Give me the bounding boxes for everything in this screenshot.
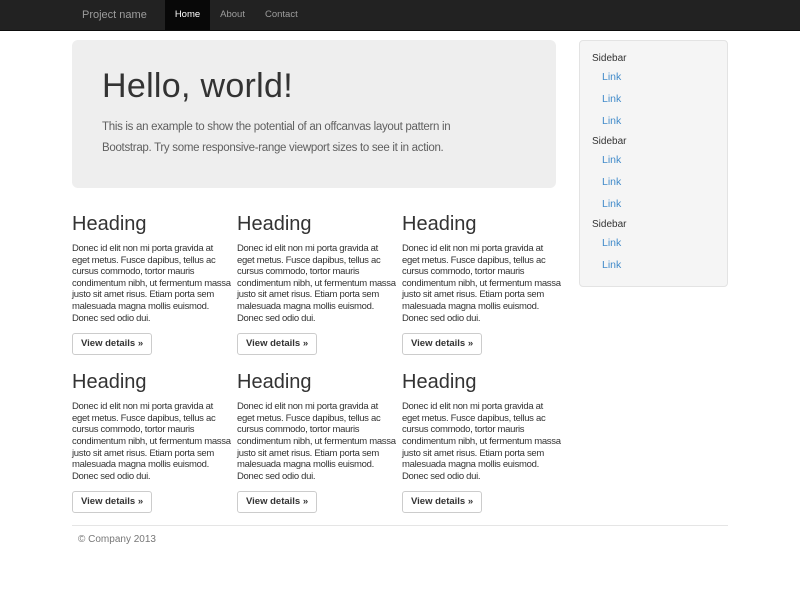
sidebar-link[interactable]: Link: [580, 193, 727, 215]
navbar-brand[interactable]: Project name: [72, 0, 157, 30]
view-details-button[interactable]: View details »: [402, 333, 482, 355]
card-heading: Heading: [72, 371, 231, 393]
sidebar-group-label: Sidebar: [580, 215, 727, 232]
card-heading: Heading: [402, 371, 561, 393]
main-content: Hello, world! This is an example to show…: [72, 40, 567, 513]
card-heading: Heading: [237, 371, 396, 393]
navbar: Project name Home About Contact: [0, 0, 800, 31]
nav-item-contact[interactable]: Contact: [255, 0, 308, 30]
card-body-text: Donec id elit non mi porta gravida at eg…: [72, 243, 231, 324]
content-card: Heading Donec id elit non mi porta gravi…: [402, 213, 561, 355]
view-details-button[interactable]: View details »: [72, 491, 152, 513]
card-body-text: Donec id elit non mi porta gravida at eg…: [72, 401, 231, 482]
view-details-button[interactable]: View details »: [237, 491, 317, 513]
view-details-button[interactable]: View details »: [72, 333, 152, 355]
card-heading: Heading: [237, 213, 396, 235]
footer-divider: [72, 525, 728, 526]
sidebar-link[interactable]: Link: [580, 232, 727, 254]
nav-item-home[interactable]: Home: [165, 0, 210, 30]
footer: © Company 2013: [72, 534, 728, 545]
sidebar-panel: Sidebar Link Link Link Sidebar Link Link…: [579, 40, 728, 287]
content-row: Hello, world! This is an example to show…: [72, 40, 728, 513]
view-details-button[interactable]: View details »: [237, 333, 317, 355]
nav-item-about[interactable]: About: [210, 0, 255, 30]
content-card: Heading Donec id elit non mi porta gravi…: [72, 213, 231, 355]
card-grid-row-1: Heading Donec id elit non mi porta gravi…: [72, 213, 567, 355]
card-heading: Heading: [402, 213, 561, 235]
sidebar-group-label: Sidebar: [580, 132, 727, 149]
navbar-inner: Project name Home About Contact: [72, 0, 728, 30]
card-body-text: Donec id elit non mi porta gravida at eg…: [402, 401, 561, 482]
card-body-text: Donec id elit non mi porta gravida at eg…: [237, 243, 396, 324]
card-heading: Heading: [72, 213, 231, 235]
content-card: Heading Donec id elit non mi porta gravi…: [237, 371, 396, 513]
copyright-text: © Company 2013: [72, 534, 728, 545]
content-card: Heading Donec id elit non mi porta gravi…: [72, 371, 231, 513]
sidebar-group: Sidebar Link Link: [580, 215, 727, 276]
sidebar-group: Sidebar Link Link Link: [580, 132, 727, 215]
jumbotron-title: Hello, world!: [102, 68, 526, 105]
card-body-text: Donec id elit non mi porta gravida at eg…: [402, 243, 561, 324]
sidebar-link[interactable]: Link: [580, 88, 727, 110]
jumbotron-description: This is an example to show the potential…: [102, 117, 502, 159]
jumbotron: Hello, world! This is an example to show…: [72, 40, 556, 188]
sidebar-link[interactable]: Link: [580, 171, 727, 193]
sidebar-link[interactable]: Link: [580, 149, 727, 171]
sidebar-group: Sidebar Link Link Link: [580, 49, 727, 132]
content-card: Heading Donec id elit non mi porta gravi…: [237, 213, 396, 355]
sidebar-link[interactable]: Link: [580, 66, 727, 88]
sidebar-group-label: Sidebar: [580, 49, 727, 66]
view-details-button[interactable]: View details »: [402, 491, 482, 513]
sidebar-link[interactable]: Link: [580, 110, 727, 132]
sidebar-link[interactable]: Link: [580, 254, 727, 276]
content-card: Heading Donec id elit non mi porta gravi…: [402, 371, 561, 513]
card-grid-row-2: Heading Donec id elit non mi porta gravi…: [72, 371, 567, 513]
card-body-text: Donec id elit non mi porta gravida at eg…: [237, 401, 396, 482]
page-container: Hello, world! This is an example to show…: [72, 40, 728, 545]
